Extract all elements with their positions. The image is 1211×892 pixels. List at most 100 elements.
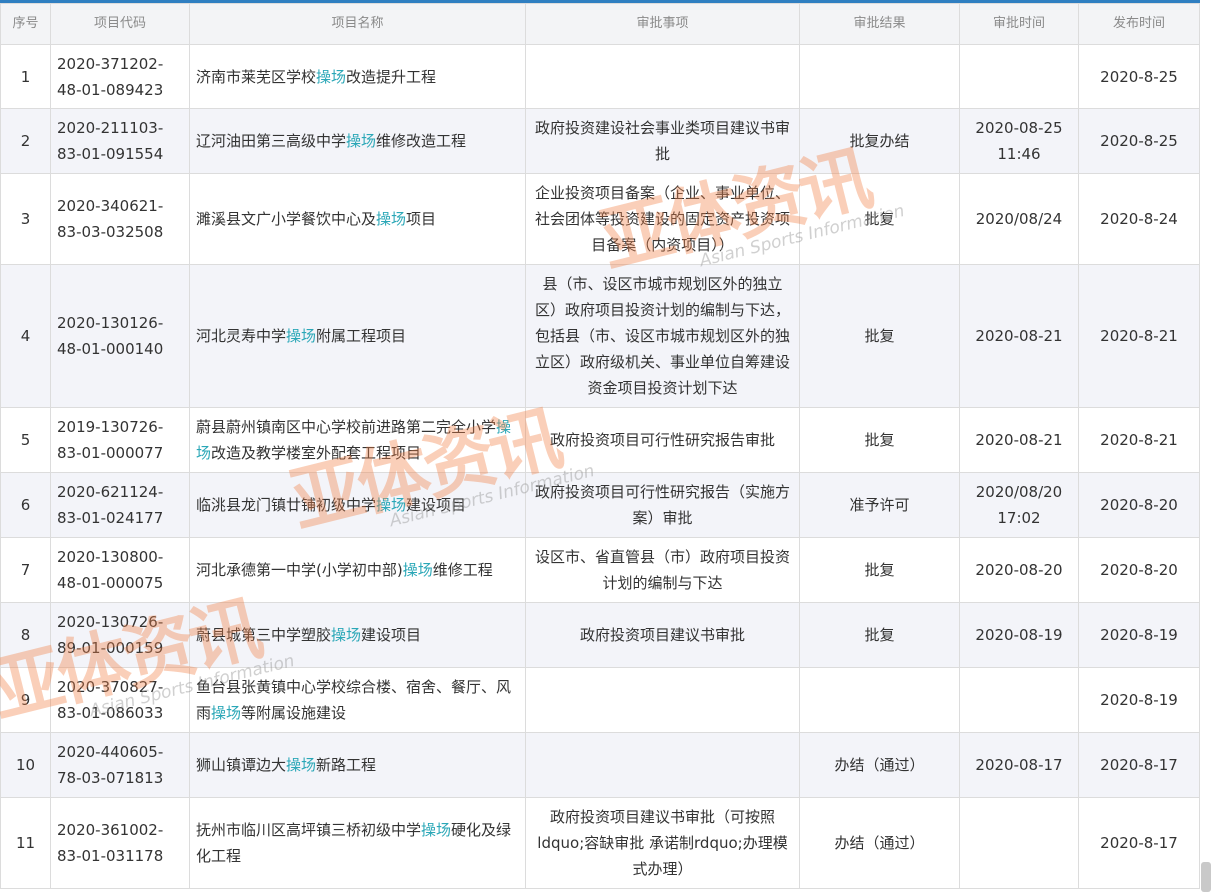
cell-pub: 2020-8-17 (1078, 797, 1200, 889)
cell-pub: 2020-8-25 (1078, 108, 1200, 174)
cell-name: 濉溪县文广小学餐饮中心及操场项目 (189, 173, 526, 265)
table-row: 6 2020-621124-83-01-024177 临洮县龙门镇廿铺初级中学操场建… (0, 472, 1200, 538)
name-text: 濉溪县文广小学餐饮中心及 (196, 210, 377, 228)
cell-time: 2020-08-25 11:46 (959, 108, 1079, 174)
cell-pub: 2020-8-21 (1078, 264, 1200, 408)
cell-result (799, 44, 960, 109)
table-row: 4 2020-130126-48-01-000140 河北灵寿中学操场附属工程项目县… (0, 264, 1200, 408)
cell-pub: 2020-8-17 (1078, 732, 1200, 798)
scrollbar-thumb[interactable] (1201, 862, 1211, 892)
cell-name: 鱼台县张黄镇中心学校综合楼、宿舍、餐厅、风雨操场等附属设施建设 (189, 667, 526, 733)
cell-pub: 2020-8-25 (1078, 44, 1200, 109)
name-highlight: 操场 (376, 210, 407, 228)
cell-pub: 2020-8-19 (1078, 602, 1200, 668)
cell-no: 1 (0, 44, 51, 109)
cell-name: 临洮县龙门镇廿铺初级中学操场建设项目 (189, 472, 526, 538)
cell-code: 2020-440605-78-03-071813 (50, 732, 190, 798)
cell-pub: 2020-8-20 (1078, 472, 1200, 538)
table-row: 3 2020-340621-83-03-032508 濉溪县文广小学餐饮中心及操场项… (0, 173, 1200, 265)
cell-code: 2020-340621-83-03-032508 (50, 173, 190, 265)
table-row: 1 2020-371202-48-01-089423 济南市莱芜区学校操场改造提升工… (0, 44, 1200, 109)
name-text: 改造提升工程 (346, 67, 437, 86)
cell-result: 批复办结 (799, 108, 960, 174)
cell-name: 蔚县蔚州镇南区中心学校前进路第二完全小学操场改造及教学楼室外配套工程项目 (189, 407, 526, 473)
name-text: 抚州市临川区高坪镇三桥初级中学 (196, 821, 422, 839)
cell-no: 3 (0, 173, 51, 265)
cell-pub: 2020-8-19 (1078, 667, 1200, 733)
cell-time: 2020-08-20 (959, 537, 1079, 603)
header-item: 审批事项 (525, 3, 800, 45)
cell-no: 4 (0, 264, 51, 408)
cell-name: 狮山镇谭边大操场新路工程 (189, 732, 526, 798)
cell-name: 辽河油田第三高级中学操场维修改造工程 (189, 108, 526, 174)
cell-item: 设区市、省直管县（市）政府项目投资计划的编制与下达 (525, 537, 800, 603)
header-no: 序号 (0, 3, 51, 45)
table-header-row: 序号 项目代码 项目名称 审批事项 审批结果 审批时间 发布时间 (0, 3, 1200, 45)
cell-result: 办结（通过） (799, 732, 960, 798)
cell-item: 政府投资项目建议书审批 (525, 602, 800, 668)
name-text: 河北承德第一中学(小学初中部) (196, 561, 403, 579)
cell-time: 2020/08/24 (959, 173, 1079, 265)
cell-result: 批复 (799, 407, 960, 473)
cell-item (525, 667, 800, 733)
cell-result: 批复 (799, 602, 960, 668)
name-text: 等附属设施建设 (241, 704, 347, 722)
name-text: 建设项目 (406, 496, 467, 514)
name-highlight: 操场 (376, 496, 407, 514)
cell-no: 8 (0, 602, 51, 668)
name-text: 建设项目 (361, 626, 422, 644)
name-text: 河北灵寿中学 (196, 327, 287, 345)
cell-code: 2020-130726-89-01-000159 (50, 602, 190, 668)
cell-result: 准予许可 (799, 472, 960, 538)
table-row: 10 2020-440605-78-03-071813 狮山镇谭边大操场新路工程 办结… (0, 732, 1200, 798)
approval-table: 序号 项目代码 项目名称 审批事项 审批结果 审批时间 发布时间 1 2020-3… (0, 3, 1200, 889)
cell-no: 5 (0, 407, 51, 473)
name-text: 济南市莱芜区学校 (196, 67, 317, 86)
cell-time (959, 667, 1079, 733)
cell-code: 2020-130800-48-01-000075 (50, 537, 190, 603)
name-text: 附属工程项目 (316, 327, 407, 345)
name-highlight: 操场 (316, 67, 347, 86)
cell-code: 2020-211103-83-01-091554 (50, 108, 190, 174)
cell-no: 7 (0, 537, 51, 603)
cell-pub: 2020-8-21 (1078, 407, 1200, 473)
name-text: 临洮县龙门镇廿铺初级中学 (196, 496, 377, 514)
name-highlight: 操场 (286, 756, 317, 774)
name-highlight: 操场 (331, 626, 362, 644)
name-text: 维修改造工程 (376, 132, 467, 150)
name-highlight: 操场 (402, 561, 433, 579)
cell-no: 10 (0, 732, 51, 798)
name-text: 改造及教学楼室外配套工程项目 (211, 444, 422, 462)
cell-code: 2020-361002-83-01-031178 (50, 797, 190, 889)
cell-name: 济南市莱芜区学校操场改造提升工程 (189, 44, 526, 109)
cell-code: 2020-370827-83-01-086033 (50, 667, 190, 733)
cell-time: 2020/08/20 17:02 (959, 472, 1079, 538)
cell-time: 2020-08-21 (959, 264, 1079, 408)
cell-no: 9 (0, 667, 51, 733)
cell-item (525, 732, 800, 798)
cell-item: 企业投资项目备案（企业、事业单位、社会团体等投资建设的固定资产投资项目备案（内资… (525, 173, 800, 265)
cell-item: 县（市、设区市城市规划区外的独立区）政府项目投资计划的编制与下达，包括县（市、设… (525, 264, 800, 408)
header-time: 审批时间 (959, 3, 1079, 45)
name-text: 维修工程 (432, 561, 493, 579)
header-result: 审批结果 (799, 3, 960, 45)
cell-no: 6 (0, 472, 51, 538)
cell-item: 政府投资项目可行性研究报告审批 (525, 407, 800, 473)
cell-result: 办结（通过） (799, 797, 960, 889)
cell-code: 2020-371202-48-01-089423 (50, 44, 190, 109)
cell-result: 批复 (799, 173, 960, 265)
name-text: 蔚县城第三中学塑胶 (196, 626, 332, 644)
name-text: 狮山镇谭边大 (196, 756, 287, 774)
cell-code: 2019-130726-83-01-000077 (50, 407, 190, 473)
cell-result (799, 667, 960, 733)
cell-pub: 2020-8-20 (1078, 537, 1200, 603)
name-text: 辽河油田第三高级中学 (196, 132, 347, 150)
cell-item (525, 44, 800, 109)
cell-name: 蔚县城第三中学塑胶操场建设项目 (189, 602, 526, 668)
cell-time: 2020-08-19 (959, 602, 1079, 668)
cell-no: 11 (0, 797, 51, 889)
cell-code: 2020-621124-83-01-024177 (50, 472, 190, 538)
cell-item: 政府投资项目可行性研究报告（实施方案）审批 (525, 472, 800, 538)
cell-result: 批复 (799, 537, 960, 603)
cell-item: 政府投资项目建议书审批（可按照ldquo;容缺审批 承诺制rdquo;办理模式办… (525, 797, 800, 889)
